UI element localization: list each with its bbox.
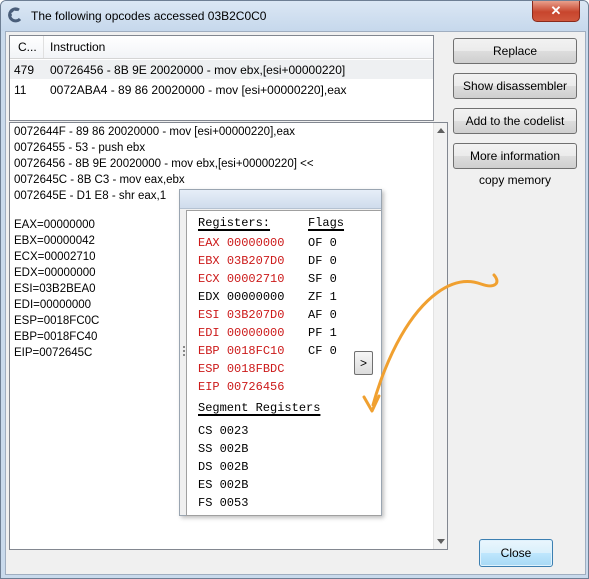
register-line: EDX=00000000 (14, 267, 96, 279)
flag-cf[interactable]: CF 0 (308, 344, 337, 358)
register-line: ESI=03B2BEA0 (14, 283, 96, 295)
close-button[interactable]: Close (479, 539, 553, 567)
register-eip[interactable]: EIP 00726456 (198, 380, 284, 394)
column-header-instruction[interactable]: Instruction (50, 40, 105, 54)
show-disassembler-button[interactable]: Show disassembler (453, 73, 577, 99)
code-line: 0072645E - D1 E8 - shr eax,1 (14, 190, 167, 202)
copy-memory-label[interactable]: copy memory (453, 173, 577, 187)
register-esp[interactable]: ESP 0018FBDC (198, 362, 284, 376)
registers-header: Registers: (198, 216, 271, 230)
register-line: EBX=00000042 (14, 235, 95, 247)
flag-df[interactable]: DF 0 (308, 254, 337, 268)
flags-header: Flags (308, 216, 345, 230)
code-line: 0072645C - 8B C3 - mov eax,ebx (14, 174, 185, 186)
splitter-grip[interactable] (183, 346, 186, 360)
register-line: EIP=0072645C (14, 347, 93, 359)
list-item[interactable]: 479 00726456 - 8B 9E 20020000 - mov ebx,… (10, 60, 433, 79)
register-edx[interactable]: EDX 00000000 (198, 290, 284, 304)
title-bar[interactable]: The following opcodes accessed 03B2C0C0 … (1, 1, 588, 31)
add-to-codelist-button[interactable]: Add to the codelist (453, 108, 577, 134)
register-line: EBP=0018FC40 (14, 331, 98, 343)
opcode-access-window: The following opcodes accessed 03B2C0C0 … (0, 0, 589, 579)
flag-sf[interactable]: SF 0 (308, 272, 337, 286)
register-eax[interactable]: EAX 00000000 (198, 236, 284, 250)
register-line: EDI=00000000 (14, 299, 92, 311)
segment-ds[interactable]: DS 002B (198, 460, 248, 474)
window-close-icon[interactable]: ✕ (532, 1, 580, 22)
replace-button[interactable]: Replace (453, 38, 577, 64)
flag-zf[interactable]: ZF 1 (308, 290, 337, 304)
row-instruction: 0072ABA4 - 89 86 20020000 - mov [esi+000… (50, 83, 347, 97)
code-line: 00726456 - 8B 9E 20020000 - mov ebx,[esi… (14, 158, 314, 170)
register-ecx[interactable]: ECX 00002710 (198, 272, 284, 286)
row-count: 479 (14, 63, 35, 77)
row-count: 11 (14, 83, 27, 97)
register-edi[interactable]: EDI 00000000 (198, 326, 284, 340)
list-header: C... Instruction (10, 36, 433, 59)
scroll-up-icon[interactable] (437, 128, 445, 133)
register-line: ESP=0018FC0C (14, 315, 100, 327)
segment-fs[interactable]: FS 0053 (198, 496, 248, 510)
popup-title-bar[interactable] (180, 190, 381, 209)
vertical-scrollbar[interactable] (433, 123, 447, 549)
row-instruction: 00726456 - 8B 9E 20020000 - mov ebx,[esi… (50, 63, 346, 77)
opcode-list[interactable]: C... Instruction 479 00726456 - 8B 9E 20… (9, 35, 434, 121)
scroll-down-icon[interactable] (437, 539, 445, 544)
code-line: 0072644F - 89 86 20020000 - mov [esi+000… (14, 126, 296, 138)
code-line: 00726455 - 53 - push ebx (14, 142, 146, 154)
segment-es[interactable]: ES 002B (198, 478, 248, 492)
segment-registers-header: Segment Registers (198, 401, 321, 415)
list-item[interactable]: 11 0072ABA4 - 89 86 20020000 - mov [esi+… (10, 80, 433, 99)
flag-af[interactable]: AF 0 (308, 308, 337, 322)
window-title: The following opcodes accessed 03B2C0C0 (31, 9, 267, 23)
register-ebp[interactable]: EBP 0018FC10 (198, 344, 284, 358)
flag-of[interactable]: OF 0 (308, 236, 337, 250)
register-ebx[interactable]: EBX 03B207D0 (198, 254, 284, 268)
more-information-button[interactable]: More information (453, 143, 577, 169)
registers-popup: Registers: Flags EAX 00000000 EBX 03B207… (179, 189, 382, 516)
column-separator[interactable] (43, 36, 44, 58)
registers-panel: Registers: Flags EAX 00000000 EBX 03B207… (186, 210, 381, 516)
register-line: ECX=00002710 (14, 251, 96, 263)
register-esi[interactable]: ESI 03B207D0 (198, 308, 284, 322)
segment-cs[interactable]: CS 0023 (198, 424, 248, 438)
segment-ss[interactable]: SS 002B (198, 442, 248, 456)
column-header-count[interactable]: C... (18, 40, 37, 54)
expand-registers-button[interactable]: > (354, 351, 373, 375)
register-line: EAX=00000000 (14, 219, 95, 231)
cheat-engine-icon (8, 7, 22, 23)
flag-pf[interactable]: PF 1 (308, 326, 337, 340)
